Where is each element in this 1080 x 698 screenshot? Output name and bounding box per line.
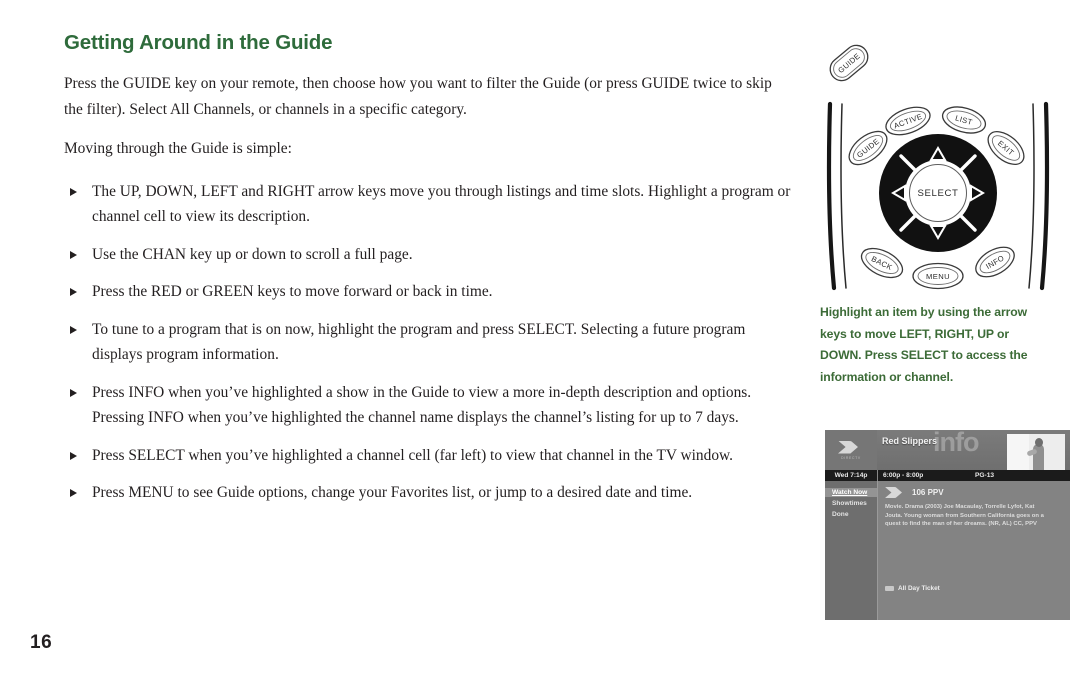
tv-option-menu: Watch Now Showtimes Done — [825, 481, 877, 620]
bullet-list: The UP, DOWN, LEFT and RIGHT arrow keys … — [64, 179, 794, 506]
list-item-text: Press MENU to see Guide options, change … — [92, 484, 693, 502]
program-title: Red Slippers — [882, 436, 938, 446]
tv-menu-item-showtimes[interactable]: Showtimes — [825, 499, 877, 508]
ticket-row: All Day Ticket — [885, 585, 940, 592]
remote-control-illustration: .btn-out { fill:#ffffff; stroke:#3a3a3a;… — [820, 30, 1070, 300]
tv-detail-panel: 106 PPV Movie. Drama (2003) Joe Macaulay… — [877, 481, 1070, 620]
program-thumbnail — [1007, 434, 1065, 474]
program-times: 6:00p - 8:00p — [883, 472, 924, 479]
select-button-label: SELECT — [918, 188, 959, 199]
triangle-bullet-icon — [70, 279, 80, 305]
svg-text:MENU: MENU — [926, 272, 950, 281]
tv-menu-item-done[interactable]: Done — [825, 510, 877, 519]
triangle-bullet-icon — [70, 443, 80, 469]
list-item: Use the CHAN key up or down to scroll a … — [64, 242, 794, 268]
status-badge: PG-13 — [975, 472, 995, 479]
list-item: Press SELECT when you’ve highlighted a c… — [64, 443, 794, 469]
menu-button: MENU — [912, 262, 964, 290]
triangle-bullet-icon — [70, 242, 80, 268]
satellite-dish-icon — [838, 440, 864, 454]
intro-paragraph-2: Moving through the Guide is simple: — [64, 139, 292, 157]
channel-row: 106 PPV — [885, 487, 1062, 498]
tv-header: DIRECTV info Red Slippers — [825, 430, 1070, 474]
triangle-bullet-icon — [70, 380, 80, 406]
list-item-text: Press INFO when you’ve highlighted a sho… — [92, 383, 752, 427]
current-date-time: Wed 7:14p — [834, 472, 868, 479]
channel-label: 106 PPV — [912, 488, 944, 497]
list-item: Press MENU to see Guide options, change … — [64, 480, 794, 506]
list-item-text: To tune to a program that is on now, hig… — [92, 320, 746, 364]
active-button: ACTIVE — [885, 106, 931, 136]
satellite-dish-icon — [885, 487, 907, 498]
triangle-bullet-icon — [70, 179, 80, 205]
tv-menu-item-watch-now[interactable]: Watch Now — [825, 488, 877, 497]
ticket-label: All Day Ticket — [898, 585, 940, 592]
remote-caption: Highlight an item by using the arrow key… — [820, 305, 1028, 384]
list-button: LIST — [941, 106, 987, 134]
exit-button: EXIT — [987, 131, 1025, 165]
content-column: Getting Around in the Guide Press the GU… — [64, 31, 794, 506]
guide-callout-button: GUIDE — [829, 44, 869, 82]
back-button: BACK — [860, 247, 904, 279]
list-item-text: Use the CHAN key up or down to scroll a … — [92, 245, 413, 263]
tv-body: Watch Now Showtimes Done 106 PPV Movie. … — [825, 481, 1070, 620]
list-item-text: Press SELECT when you’ve highlighted a c… — [92, 446, 733, 464]
page-number: 16 — [30, 632, 53, 653]
list-item: Press the RED or GREEN keys to move forw… — [64, 279, 794, 305]
list-item: The UP, DOWN, LEFT and RIGHT arrow keys … — [64, 179, 794, 230]
info-button: INFO — [975, 246, 1015, 278]
list-item: To tune to a program that is on now, hig… — [64, 317, 794, 368]
list-item: Press INFO when you’ve highlighted a sho… — [64, 380, 794, 431]
intro-paragraph-1: Press the GUIDE key on your remote, then… — [64, 74, 772, 118]
tv-info-bar: Wed 7:14p 6:00p - 8:00p PG-13 — [825, 470, 1070, 481]
info-watermark: info — [933, 430, 979, 457]
directv-logo: DIRECTV — [825, 430, 877, 470]
list-item-text: Press the RED or GREEN keys to move forw… — [92, 283, 493, 301]
brand-wordmark: DIRECTV — [841, 455, 861, 460]
ticket-icon — [885, 586, 894, 591]
guide-button: GUIDE — [848, 130, 888, 166]
right-column: .btn-out { fill:#ffffff; stroke:#3a3a3a;… — [820, 30, 1070, 388]
triangle-bullet-icon — [70, 317, 80, 343]
list-item-text: The UP, DOWN, LEFT and RIGHT arrow keys … — [92, 182, 791, 226]
page-title: Getting Around in the Guide — [64, 31, 333, 54]
tv-guide-screenshot: DIRECTV info Red Slippers Wed 7:14p 6:00… — [825, 430, 1070, 620]
triangle-bullet-icon — [70, 480, 80, 506]
program-description: Movie. Drama (2003) Joe Macaulay, Torrel… — [885, 504, 1044, 527]
directional-pad: SELECT — [879, 134, 997, 252]
